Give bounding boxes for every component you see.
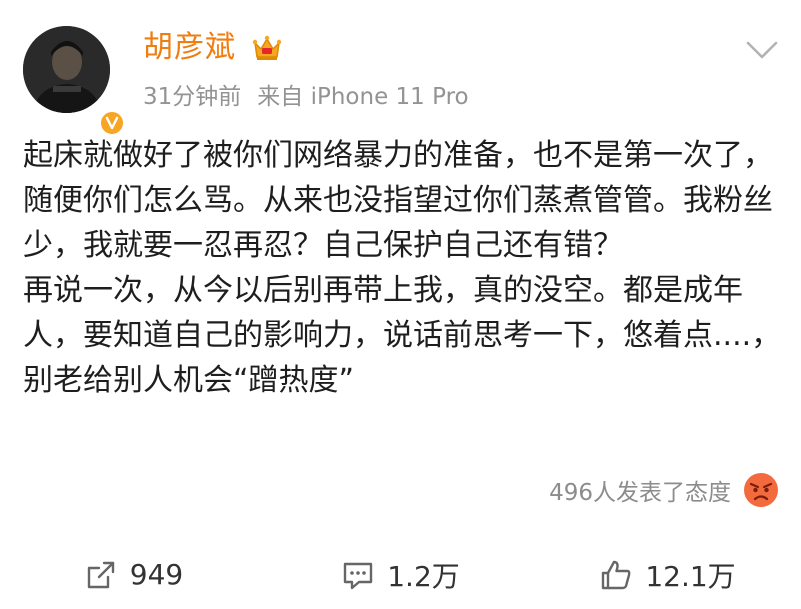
author-name[interactable]: 胡彦斌 — [143, 28, 236, 68]
post-source: 来自 iPhone 11 Pro — [257, 84, 469, 110]
thumbs-up-icon — [602, 560, 631, 589]
post-header: 胡彦斌 31分钟前 来自 iPhone 11 Pro — [0, 0, 801, 136]
avatar[interactable] — [23, 26, 125, 136]
comment-button[interactable]: 1.2万 — [267, 540, 534, 609]
comment-count: 1.2万 — [387, 559, 460, 593]
repost-count: 949 — [129, 558, 184, 591]
like-count: 12.1万 — [645, 559, 736, 593]
like-button[interactable]: 12.1万 — [534, 540, 801, 609]
crown-icon[interactable] — [252, 34, 282, 62]
avatar-photo — [23, 26, 110, 113]
reactions-label: 496人发表了态度 — [549, 480, 731, 506]
post-paragraph: 再说一次，从今以后别再带上我，真的没空。都是成年人，要知道自己的影响力，说话前思… — [23, 273, 782, 398]
chevron-down-icon[interactable] — [744, 38, 780, 62]
repost-icon — [87, 561, 114, 588]
action-bar: 949 1.2万 12.1万 — [0, 540, 801, 609]
comment-icon — [344, 562, 373, 589]
reactions-summary[interactable]: 496人发表了态度 — [549, 470, 779, 510]
post-meta: 31分钟前 来自 iPhone 11 Pro — [143, 82, 469, 112]
angry-face-icon — [743, 472, 779, 508]
post-content: 起床就做好了被你们网络暴力的准备，也不是第一次了，随便你们怎么骂。从来也没指望过… — [23, 133, 783, 403]
repost-button[interactable]: 949 — [0, 540, 267, 609]
post-paragraph: 起床就做好了被你们网络暴力的准备，也不是第一次了，随便你们怎么骂。从来也没指望过… — [23, 138, 773, 263]
post-time: 31分钟前 — [143, 84, 242, 110]
